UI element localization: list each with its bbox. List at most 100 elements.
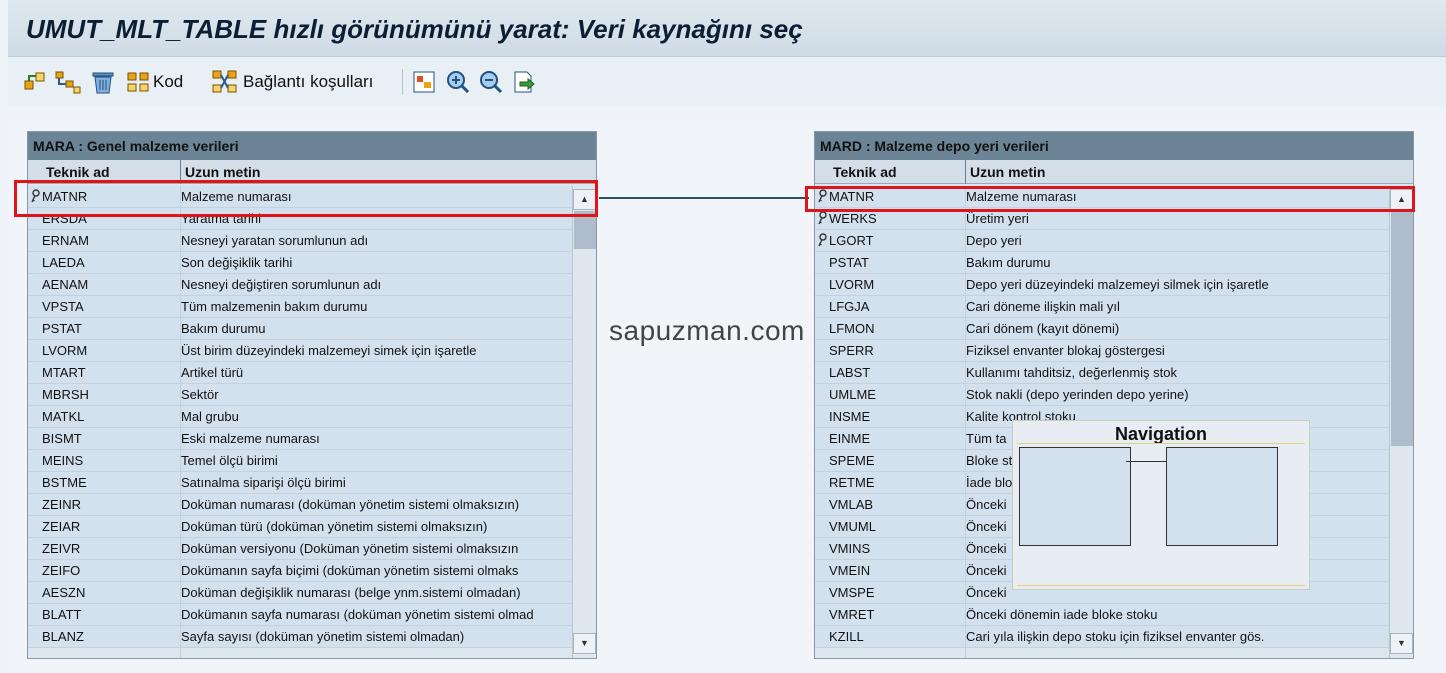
navigation-window-button[interactable]: [412, 69, 436, 95]
field-technical-name: PSTAT: [42, 321, 82, 336]
join-conditions-button[interactable]: Bağlantı koşulları: [212, 69, 373, 95]
table-row[interactable]: MBRSH Sektör: [28, 384, 596, 406]
column-divider: [180, 186, 181, 658]
field-technical-name: LGORT: [829, 233, 874, 248]
table-row[interactable]: LGORT Depo yeri: [815, 230, 1413, 252]
field-description: Önceki: [966, 497, 1007, 512]
field-description: Üst birim düzeyindeki malzemeyi simek iç…: [181, 343, 477, 358]
nav-table-box[interactable]: [1166, 447, 1278, 546]
table-row[interactable]: ZEIFO Dokümanın sayfa biçimi (doküman yön…: [28, 560, 596, 582]
table-row[interactable]: PSTAT Bakım durumu: [815, 252, 1413, 274]
table-row[interactable]: UMLME Stok nakli (depo yerinden depo yeri…: [815, 384, 1413, 406]
table-row[interactable]: MEINS Temel ölçü birimi: [28, 450, 596, 472]
table-row[interactable]: LAEDA Son değişiklik tarihi: [28, 252, 596, 274]
table-row[interactable]: LFGJA Cari döneme ilişkin mali yıl: [815, 296, 1413, 318]
overview-icon: [413, 71, 435, 93]
field-description: Depo yeri düzeyindeki malzemeyi silmek i…: [966, 277, 1269, 292]
field-description: Eski malzeme numarası: [181, 431, 320, 446]
field-description: Dokümanın sayfa numarası (doküman yöneti…: [181, 607, 534, 622]
field-description: Bakım durumu: [181, 321, 266, 336]
table-row[interactable]: KZILL Cari yıla ilişkin depo stoku için f…: [815, 626, 1413, 648]
scroll-down-button[interactable]: ▼: [1390, 633, 1413, 654]
field-description: İade blo: [966, 475, 1013, 490]
column-header-technical-name[interactable]: Teknik ad: [46, 164, 110, 180]
field-description: Cari döneme ilişkin mali yıl: [966, 299, 1120, 314]
delete-button[interactable]: [90, 69, 116, 95]
table-row[interactable]: LABST Kullanımı tahditsiz, değerlenmiş st…: [815, 362, 1413, 384]
join-conditions-label: Bağlantı koşulları: [243, 72, 374, 91]
field-list: MATNR Malzeme numarası ERSDA Yaratma tarihi…: [28, 186, 596, 648]
table-row[interactable]: ZEINR Doküman numarası (doküman yönetim s…: [28, 494, 596, 516]
field-technical-name: AESZN: [42, 585, 86, 600]
table-row[interactable]: LVORM Depo yeri düzeyindeki malzemeyi sil…: [815, 274, 1413, 296]
table-row[interactable]: BSTME Satınalma siparişi ölçü birimi: [28, 472, 596, 494]
code-button-label: Kod: [153, 72, 184, 91]
field-description: Bloke st: [966, 453, 1013, 468]
table-row[interactable]: ZEIAR Doküman türü (doküman yönetim siste…: [28, 516, 596, 538]
nav-table-box[interactable]: [1019, 447, 1131, 546]
column-header-technical-name[interactable]: Teknik ad: [833, 164, 897, 180]
field-technical-name: VMUML: [829, 519, 876, 534]
table-row[interactable]: AENAM Nesneyi değiştiren sorumlunun adı: [28, 274, 596, 296]
field-description: Stok nakli (depo yerinden depo yerine): [966, 387, 1189, 402]
table-row[interactable]: LFMON Cari dönem (kayıt dönemi): [815, 318, 1413, 340]
column-header-long-text[interactable]: Uzun metin: [185, 164, 260, 180]
table-row[interactable]: ERNAM Nesneyi yaratan sorumlunun adı: [28, 230, 596, 252]
field-description: Artikel türü: [181, 365, 244, 380]
table-row[interactable]: LVORM Üst birim düzeyindeki malzemeyi sim…: [28, 340, 596, 362]
vertical-scrollbar[interactable]: ▲ ▼: [1389, 186, 1413, 658]
column-header-row: Teknik ad Uzun metin: [815, 160, 1413, 184]
highlight-box-right: [805, 186, 1415, 212]
field-description: Son değişiklik tarihi: [181, 255, 293, 270]
field-technical-name: MBRSH: [42, 387, 89, 402]
add-table-button[interactable]: [22, 69, 48, 95]
table-row[interactable]: MTART Artikel türü: [28, 362, 596, 384]
field-description: Sayfa sayısı (doküman yönetim sistemi ol…: [181, 629, 465, 644]
code-icon: [127, 72, 149, 92]
vertical-scrollbar[interactable]: ▲ ▼: [572, 186, 596, 658]
table-row[interactable]: BISMT Eski malzeme numarası: [28, 428, 596, 450]
table-title: MARA : Genel malzeme verileri: [28, 132, 596, 160]
table-row[interactable]: MATKL Mal grubu: [28, 406, 596, 428]
navigation-window[interactable]: Navigation: [1012, 420, 1310, 590]
table-row[interactable]: SPERR Fiziksel envanter blokaj göstergesi: [815, 340, 1413, 362]
field-technical-name: MATKL: [42, 409, 85, 424]
table-row[interactable]: AESZN Doküman değişiklik numarası (belge …: [28, 582, 596, 604]
trash-icon: [92, 72, 114, 94]
join-connection-line[interactable]: [599, 197, 809, 199]
scrollbar-thumb[interactable]: [1391, 211, 1413, 446]
table-row[interactable]: ZEIVR Doküman versiyonu (Doküman yönetim …: [28, 538, 596, 560]
code-button[interactable]: Kod: [126, 69, 183, 95]
zoom-in-button[interactable]: [445, 69, 471, 95]
field-description: Doküman versiyonu (Doküman yönetim siste…: [181, 541, 519, 556]
table-row[interactable]: BLATT Dokümanın sayfa numarası (doküman y…: [28, 604, 596, 626]
key-icon: [818, 233, 827, 247]
insert-table-button[interactable]: [54, 69, 82, 95]
table-row[interactable]: PSTAT Bakım durumu: [28, 318, 596, 340]
field-technical-name: LAEDA: [42, 255, 85, 270]
zoom-out-icon: [480, 71, 503, 94]
navigation-title: Navigation: [1114, 424, 1207, 444]
field-technical-name: VMSPE: [829, 585, 875, 600]
field-description: Önceki: [966, 541, 1007, 556]
add-table-icon: [24, 72, 45, 90]
field-technical-name: EINME: [829, 431, 871, 446]
field-description: Cari yıla ilişkin depo stoku için fiziks…: [966, 629, 1265, 644]
table-row[interactable]: VPSTA Tüm malzemenin bakım durumu: [28, 296, 596, 318]
nav-connection-line: [1126, 461, 1166, 462]
zoom-out-button[interactable]: [478, 69, 504, 95]
column-header-long-text[interactable]: Uzun metin: [970, 164, 1045, 180]
field-description: Cari dönem (kayıt dönemi): [966, 321, 1120, 336]
table-title: MARD : Malzeme depo yeri verileri: [815, 132, 1413, 160]
title-bar: UMUT_MLT_TABLE hızlı görünümünü yarat: V…: [8, 0, 1446, 57]
field-description: Satınalma siparişi ölçü birimi: [181, 475, 346, 490]
scroll-down-button[interactable]: ▼: [573, 633, 596, 654]
export-icon: [514, 71, 535, 93]
toolbar: Kod Bağlantı koşulları: [8, 57, 1446, 107]
column-divider: [965, 160, 966, 184]
table-row[interactable]: BLANZ Sayfa sayısı (doküman yönetim siste…: [28, 626, 596, 648]
field-technical-name: LABST: [829, 365, 871, 380]
table-row[interactable]: VMRET Önceki dönemin iade bloke stoku: [815, 604, 1413, 626]
field-description: Fiziksel envanter blokaj göstergesi: [966, 343, 1165, 358]
export-button[interactable]: [511, 69, 537, 95]
